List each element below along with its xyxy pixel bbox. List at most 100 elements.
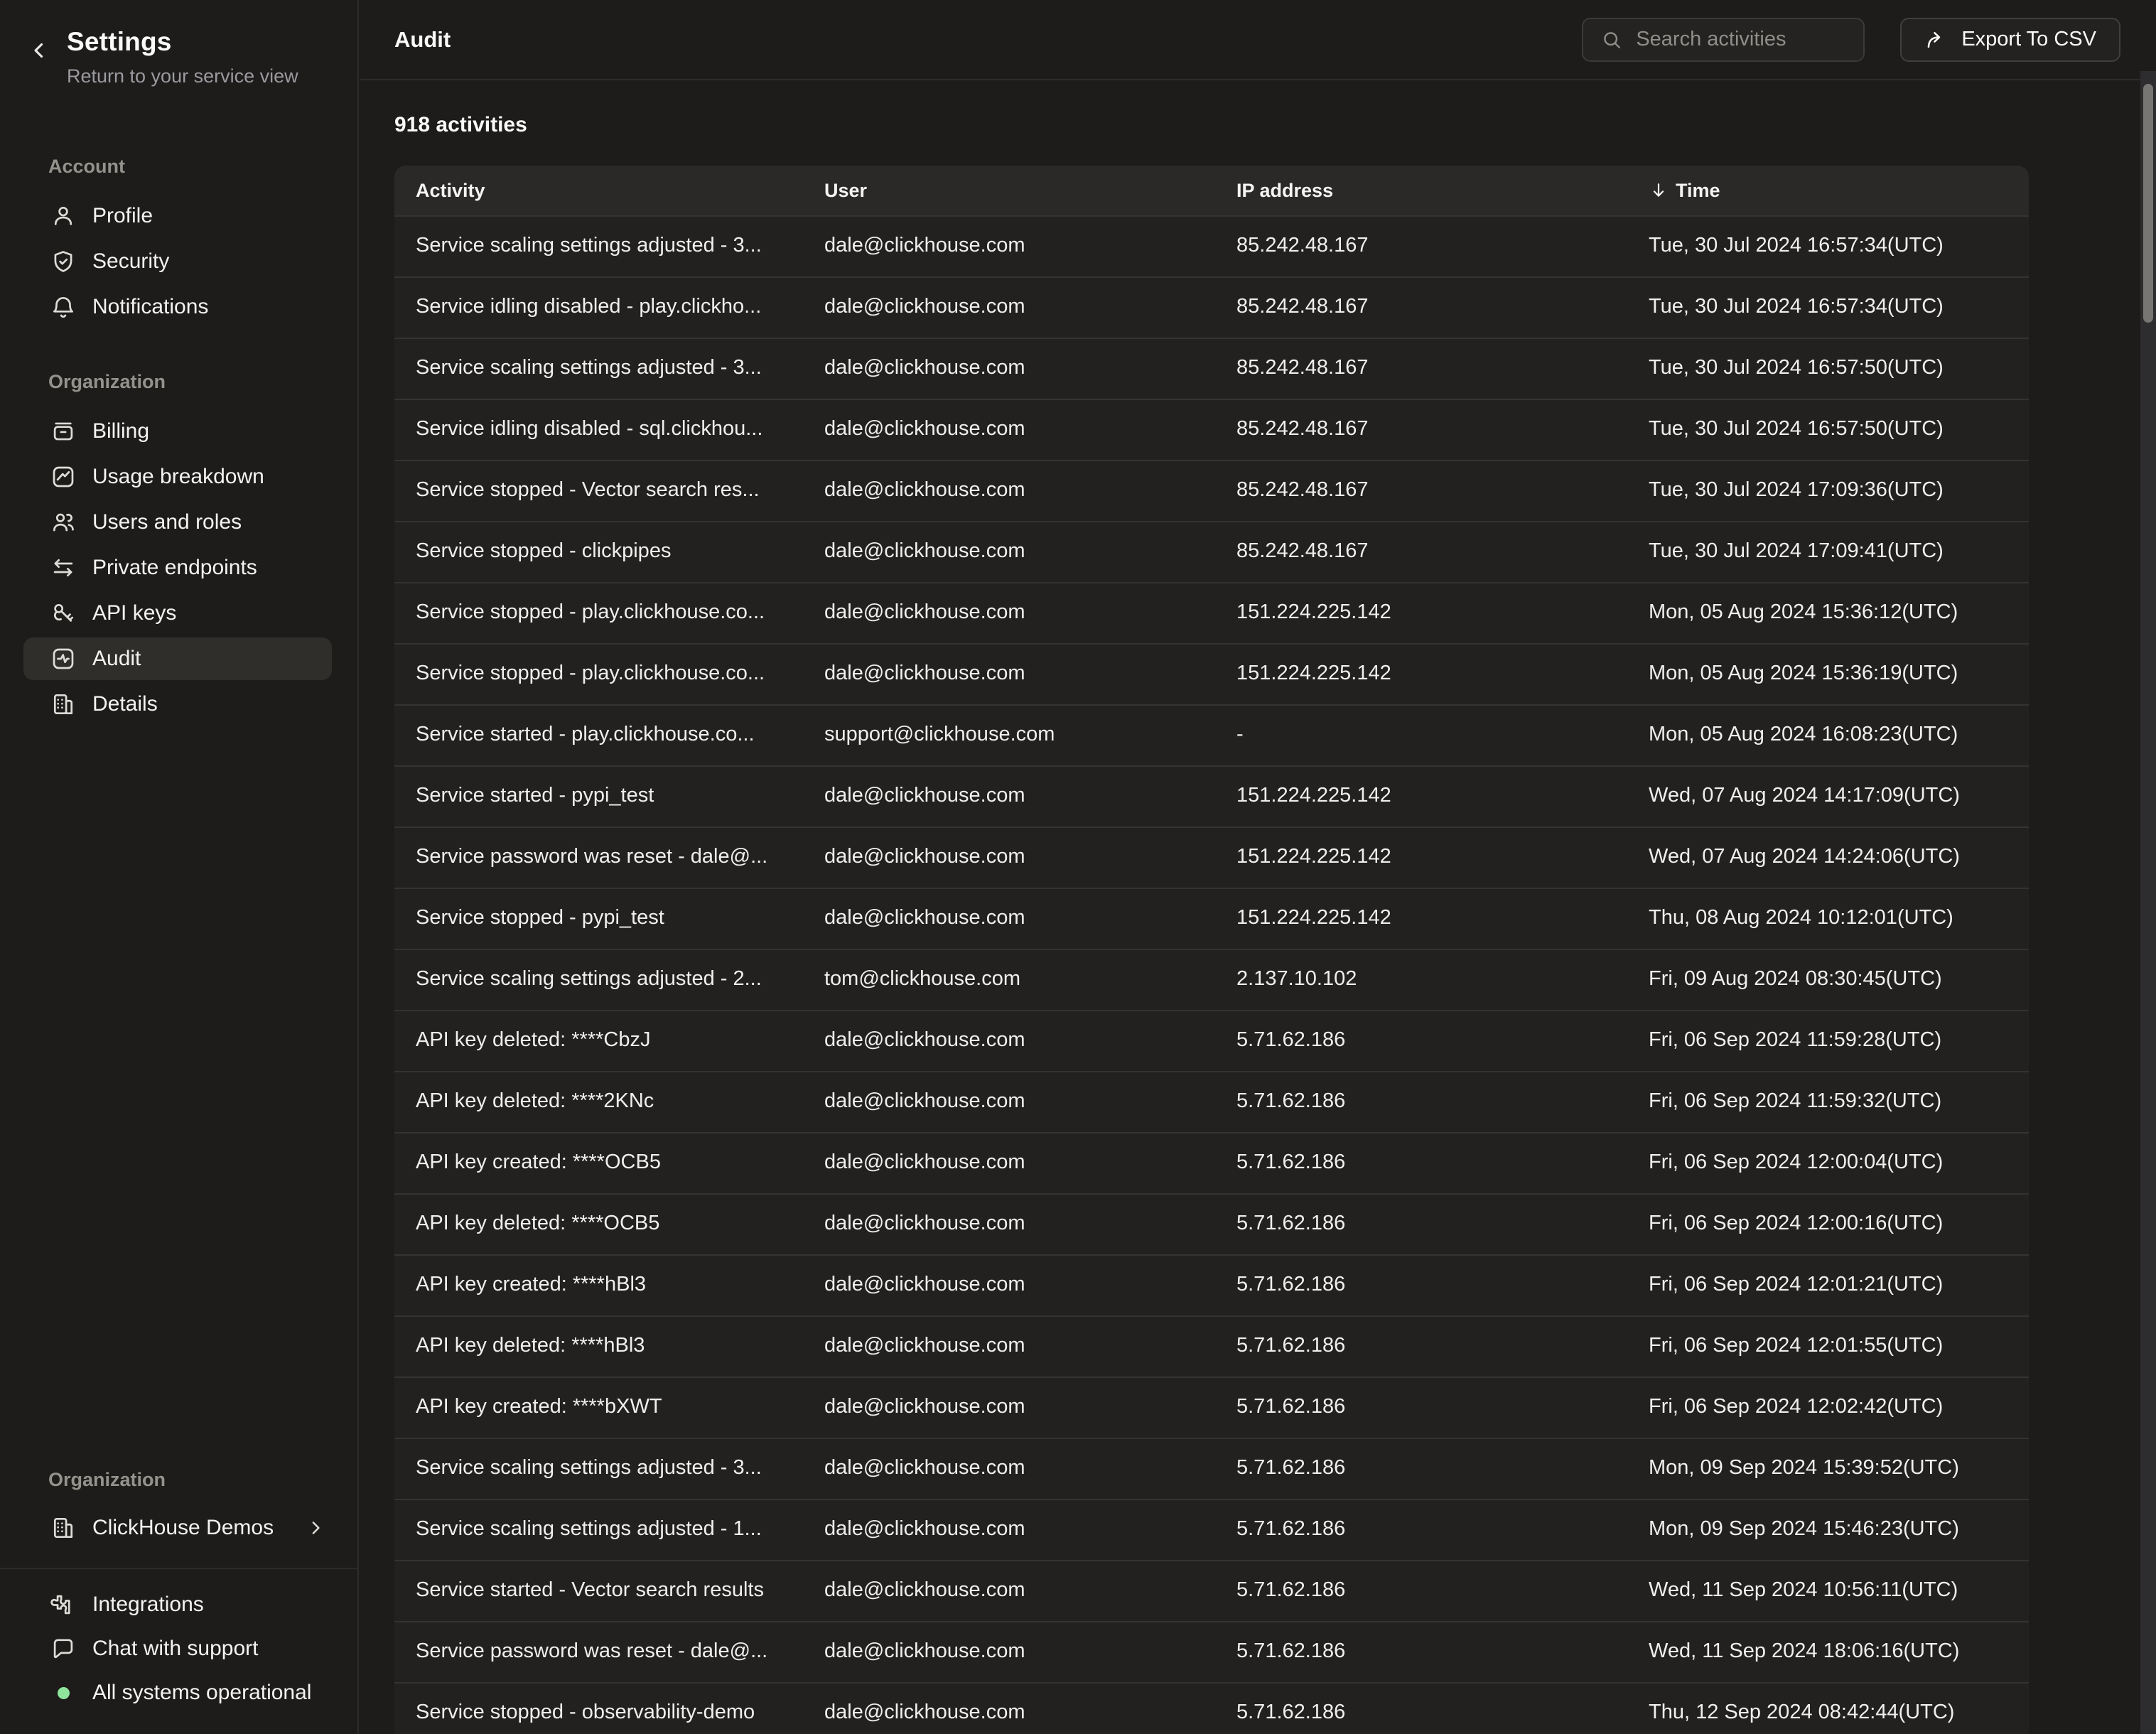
cell-activity: Service scaling settings adjusted - 3...	[394, 1439, 803, 1499]
cell-time: Mon, 05 Aug 2024 15:36:19(UTC)	[1627, 645, 2029, 704]
cell-time: Tue, 30 Jul 2024 16:57:34(UTC)	[1627, 217, 2029, 276]
section-label-organization: Organization	[48, 371, 357, 393]
cell-user: dale@clickhouse.com	[803, 1561, 1215, 1621]
cell-time: Mon, 05 Aug 2024 15:36:12(UTC)	[1627, 583, 2029, 643]
column-header-activity[interactable]: Activity	[394, 180, 803, 202]
cell-user: dale@clickhouse.com	[803, 1133, 1215, 1193]
cell-time: Fri, 06 Sep 2024 12:00:04(UTC)	[1627, 1133, 2029, 1193]
section-label-account: Account	[48, 156, 357, 178]
table-row: API key deleted: ****hBl3 dale@clickhous…	[394, 1315, 2029, 1377]
cell-user: dale@clickhouse.com	[803, 522, 1215, 582]
cell-user: dale@clickhouse.com	[803, 1195, 1215, 1254]
cell-ip-address: 5.71.62.186	[1215, 1133, 1627, 1193]
cell-ip-address: 151.224.225.142	[1215, 828, 1627, 888]
cell-ip-address: 5.71.62.186	[1215, 1439, 1627, 1499]
cell-time: Fri, 06 Sep 2024 12:00:16(UTC)	[1627, 1195, 2029, 1254]
table-row: Service started - play.clickhouse.co... …	[394, 704, 2029, 765]
vertical-scrollbar-thumb[interactable]	[2143, 84, 2153, 323]
cell-activity: API key deleted: ****OCB5	[394, 1195, 803, 1254]
cell-time: Fri, 06 Sep 2024 12:01:21(UTC)	[1627, 1256, 2029, 1315]
table-row: API key created: ****bXWT dale@clickhous…	[394, 1377, 2029, 1438]
sidebar-item-label: Chat with support	[92, 1637, 258, 1661]
wallet-icon	[50, 418, 77, 445]
sidebar-item-label: Private endpoints	[92, 556, 257, 580]
cell-user: dale@clickhouse.com	[803, 583, 1215, 643]
sidebar-item-label: API keys	[92, 601, 176, 625]
chart-icon	[50, 463, 77, 490]
organization-name: ClickHouse Demos	[92, 1516, 274, 1540]
sidebar-item-chat-with-support[interactable]: Chat with support	[23, 1627, 332, 1670]
cell-time: Wed, 07 Aug 2024 14:17:09(UTC)	[1627, 767, 2029, 826]
sidebar-bottom: Organization ClickHouse Demos Integratio…	[0, 1469, 357, 1734]
search-input[interactable]	[1636, 28, 1846, 51]
cell-activity: Service scaling settings adjusted - 3...	[394, 339, 803, 399]
cell-activity: Service started - play.clickhouse.co...	[394, 706, 803, 765]
chevron-right-icon	[305, 1517, 326, 1539]
search-icon	[1600, 28, 1623, 51]
swap-arrows-icon	[50, 554, 77, 581]
sidebar-item-profile[interactable]: Profile	[23, 195, 332, 237]
cell-activity: Service password was reset - dale@...	[394, 828, 803, 888]
status-label: All systems operational	[92, 1681, 311, 1705]
cell-ip-address: 85.242.48.167	[1215, 400, 1627, 460]
sidebar-item-billing[interactable]: Billing	[23, 410, 332, 453]
column-header-user[interactable]: User	[803, 180, 1215, 202]
cell-user: dale@clickhouse.com	[803, 889, 1215, 949]
table-row: API key deleted: ****OCB5 dale@clickhous…	[394, 1193, 2029, 1254]
sidebar-item-notifications[interactable]: Notifications	[23, 286, 332, 328]
table-row: Service stopped - play.clickhouse.co... …	[394, 643, 2029, 704]
sidebar-item-label: Details	[92, 692, 158, 716]
table-row: Service started - Vector search results …	[394, 1560, 2029, 1621]
sidebar-item-api-keys[interactable]: API keys	[23, 592, 332, 635]
cell-ip-address: 5.71.62.186	[1215, 1317, 1627, 1377]
building-icon	[50, 691, 77, 718]
search-box	[1582, 18, 1865, 62]
sidebar-item-security[interactable]: Security	[23, 240, 332, 283]
cell-time: Wed, 11 Sep 2024 10:56:11(UTC)	[1627, 1561, 2029, 1621]
sidebar-subtitle: Return to your service view	[67, 65, 298, 87]
cell-activity: API key created: ****bXWT	[394, 1378, 803, 1438]
table-row: Service scaling settings adjusted - 3...…	[394, 1438, 2029, 1499]
export-csv-label: Export To CSV	[1961, 28, 2096, 51]
building-icon	[50, 1514, 77, 1541]
sidebar-item-audit[interactable]: Audit	[23, 637, 332, 680]
cell-time: Fri, 06 Sep 2024 11:59:32(UTC)	[1627, 1072, 2029, 1132]
cell-time: Thu, 12 Sep 2024 08:42:44(UTC)	[1627, 1684, 2029, 1734]
back-button[interactable]	[27, 38, 51, 63]
puzzle-icon	[50, 1591, 77, 1618]
sidebar-item-private-endpoints[interactable]: Private endpoints	[23, 546, 332, 589]
sidebar-item-label: Security	[92, 249, 169, 274]
chat-icon	[50, 1635, 77, 1662]
cell-time: Fri, 06 Sep 2024 11:59:28(UTC)	[1627, 1011, 2029, 1071]
cell-ip-address: 85.242.48.167	[1215, 217, 1627, 276]
cell-ip-address: 5.71.62.186	[1215, 1011, 1627, 1071]
vertical-scrollbar-track[interactable]	[2140, 71, 2156, 1734]
keys-icon	[50, 600, 77, 627]
system-status-link[interactable]: All systems operational	[23, 1671, 332, 1714]
cell-activity: Service stopped - observability-demo	[394, 1684, 803, 1734]
export-csv-button[interactable]: Export To CSV	[1900, 18, 2120, 62]
organization-switcher[interactable]: ClickHouse Demos	[23, 1507, 332, 1549]
sort-descending-arrow-icon	[1649, 181, 1669, 200]
sidebar-item-label: Notifications	[92, 295, 208, 319]
cell-user: dale@clickhouse.com	[803, 645, 1215, 704]
sidebar-item-users-and-roles[interactable]: Users and roles	[23, 501, 332, 544]
column-header-time[interactable]: Time	[1627, 180, 2029, 202]
cell-time: Mon, 05 Aug 2024 16:08:23(UTC)	[1627, 706, 2029, 765]
activity-icon	[50, 645, 77, 672]
column-header-ip-address[interactable]: IP address	[1215, 180, 1627, 202]
cell-activity: Service scaling settings adjusted - 1...	[394, 1500, 803, 1560]
sidebar-item-usage-breakdown[interactable]: Usage breakdown	[23, 456, 332, 498]
cell-user: dale@clickhouse.com	[803, 1256, 1215, 1315]
cell-activity: Service stopped - clickpipes	[394, 522, 803, 582]
table-row: Service stopped - clickpipes dale@clickh…	[394, 521, 2029, 582]
cell-user: dale@clickhouse.com	[803, 461, 1215, 521]
sidebar-item-details[interactable]: Details	[23, 683, 332, 726]
table-row: Service stopped - Vector search res... d…	[394, 460, 2029, 521]
sidebar-item-integrations[interactable]: Integrations	[23, 1583, 332, 1626]
green-status-dot	[58, 1687, 70, 1699]
cell-ip-address: 5.71.62.186	[1215, 1195, 1627, 1254]
cell-activity: Service password was reset - dale@...	[394, 1622, 803, 1682]
table-row: Service scaling settings adjusted - 1...…	[394, 1499, 2029, 1560]
user-icon	[50, 203, 77, 230]
